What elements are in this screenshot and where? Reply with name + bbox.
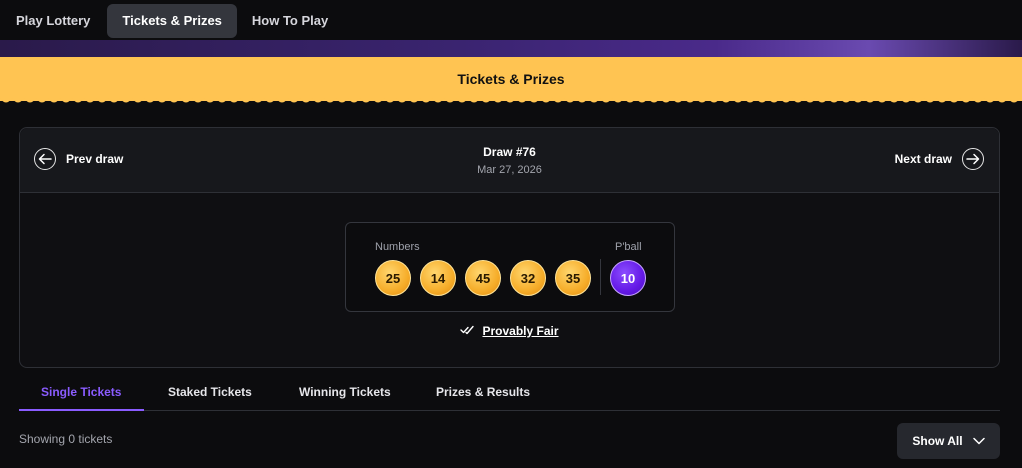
chevron-down-icon (972, 434, 985, 448)
arrow-right-icon (962, 148, 984, 170)
tab-staked-tickets[interactable]: Staked Tickets (168, 372, 252, 411)
section-banner: Tickets & Prizes (0, 57, 1022, 101)
number-ball: 45 (465, 260, 501, 296)
next-draw-label: Next draw (894, 152, 952, 166)
double-check-icon (460, 324, 475, 338)
tab-winning-tickets[interactable]: Winning Tickets (299, 372, 391, 411)
next-draw-button[interactable]: Next draw (895, 148, 984, 170)
number-ball: 14 (420, 260, 456, 296)
banner-scallop-edge (0, 98, 1022, 103)
powerball-label: P'ball (615, 241, 642, 253)
tickets-count: Showing 0 tickets (19, 432, 113, 446)
banner-title: Tickets & Prizes (457, 71, 565, 87)
provably-fair-link[interactable]: Provably Fair (20, 324, 999, 338)
draw-header: Prev draw Draw #76 Mar 27, 2026 Next dra… (20, 128, 999, 193)
powerball-ball: 10 (610, 260, 646, 296)
show-all-dropdown[interactable]: Show All (897, 423, 1000, 459)
number-ball: 25 (375, 260, 411, 296)
tab-single-tickets[interactable]: Single Tickets (41, 372, 121, 411)
number-ball: 32 (510, 260, 546, 296)
number-ball: 35 (555, 260, 591, 296)
active-tab-indicator (19, 409, 144, 411)
draw-results: Numbers P'ball 25 14 45 32 35 10 (345, 222, 675, 312)
draw-title: Draw #76 (483, 145, 536, 159)
show-all-label: Show All (912, 434, 963, 448)
ticket-tabs: Single Tickets Staked Tickets Winning Ti… (19, 372, 1000, 411)
numbers-label: Numbers (375, 241, 420, 253)
tab-tickets-prizes[interactable]: Tickets & Prizes (107, 3, 237, 38)
provably-fair-label: Provably Fair (482, 324, 559, 338)
tab-prizes-results[interactable]: Prizes & Results (436, 372, 530, 411)
tab-play-lottery[interactable]: Play Lottery (0, 4, 105, 38)
tab-how-to-play[interactable]: How To Play (237, 4, 343, 38)
ball-divider (600, 259, 601, 295)
draw-card: Prev draw Draw #76 Mar 27, 2026 Next dra… (19, 127, 1000, 368)
top-nav: Play Lottery Tickets & Prizes How To Pla… (0, 0, 1022, 40)
draw-date: Mar 27, 2026 (477, 164, 542, 176)
